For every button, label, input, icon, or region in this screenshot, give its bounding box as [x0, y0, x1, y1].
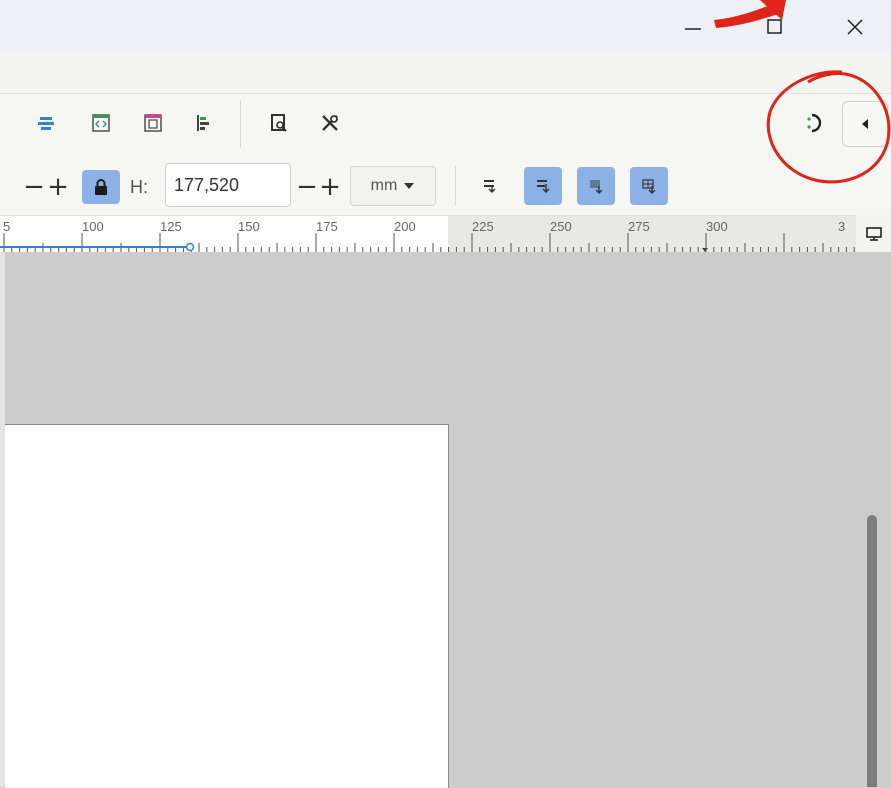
toolbar-separator	[455, 166, 456, 206]
page-frame-icon[interactable]	[140, 110, 166, 136]
document-properties-icon[interactable]	[266, 110, 292, 136]
close-button[interactable]	[826, 0, 884, 53]
move-patterns-button[interactable]	[630, 167, 668, 205]
height-increment-button[interactable]: +	[318, 170, 342, 204]
lock-ratio-button[interactable]	[82, 170, 120, 204]
maximize-button[interactable]	[746, 0, 804, 53]
height-input[interactable]: 177,520	[165, 163, 291, 207]
scale-corners-icon	[537, 180, 550, 193]
maximize-icon	[767, 18, 782, 34]
align-center-icon[interactable]	[33, 110, 59, 136]
unit-select[interactable]: mm	[350, 166, 436, 206]
ruler-label: 125	[160, 219, 182, 234]
title-bar	[0, 0, 891, 53]
width-increment-button[interactable]: +	[46, 170, 70, 204]
vertical-scrollbar-thumb[interactable]	[867, 515, 877, 787]
close-icon	[847, 18, 863, 35]
align-left-icon[interactable]	[190, 110, 216, 136]
unit-select-value: mm	[370, 177, 398, 194]
lock-icon	[95, 179, 107, 195]
minimize-button[interactable]	[664, 0, 722, 53]
horizontal-ruler[interactable]: 5 100 125 150 175 200 225 250 275 300 3	[0, 215, 856, 253]
scale-corners-button[interactable]	[524, 167, 562, 205]
panel-toggle-button[interactable]	[842, 101, 888, 147]
transform-option-button[interactable]	[471, 167, 509, 205]
ruler-label: 100	[82, 219, 104, 234]
caret-down-icon	[404, 183, 415, 189]
height-decrement-button[interactable]: −	[296, 170, 318, 204]
display-mode-button[interactable]	[856, 215, 891, 252]
ruler-label: 300	[706, 219, 728, 234]
monitor-icon	[865, 226, 882, 241]
snap-toggle-icon[interactable]	[802, 110, 828, 136]
ruler-label: 150	[238, 219, 260, 234]
page-area[interactable]	[5, 424, 449, 788]
ruler-label: 225	[472, 219, 494, 234]
ruler-label: 5	[3, 219, 11, 234]
ruler-label: 175	[316, 219, 338, 234]
width-decrement-button[interactable]: −	[22, 170, 46, 204]
xml-editor-icon[interactable]	[88, 110, 114, 136]
ruler-label: 200	[394, 219, 416, 234]
chevron-left-icon	[862, 119, 868, 129]
ruler-label: 3	[838, 219, 846, 234]
minimize-icon	[685, 27, 701, 30]
toolbar-separator	[240, 100, 241, 148]
gradient-icon	[590, 180, 603, 194]
commands-toolbar	[0, 94, 891, 156]
preferences-icon[interactable]	[317, 110, 343, 136]
height-label: H:	[130, 177, 148, 197]
ruler-label: 275	[628, 219, 650, 234]
move-gradients-button[interactable]	[577, 167, 615, 205]
ruler-label: 250	[550, 219, 572, 234]
menu-bar	[0, 53, 891, 94]
scale-stroke-icon	[484, 180, 496, 193]
pattern-icon	[642, 179, 656, 194]
